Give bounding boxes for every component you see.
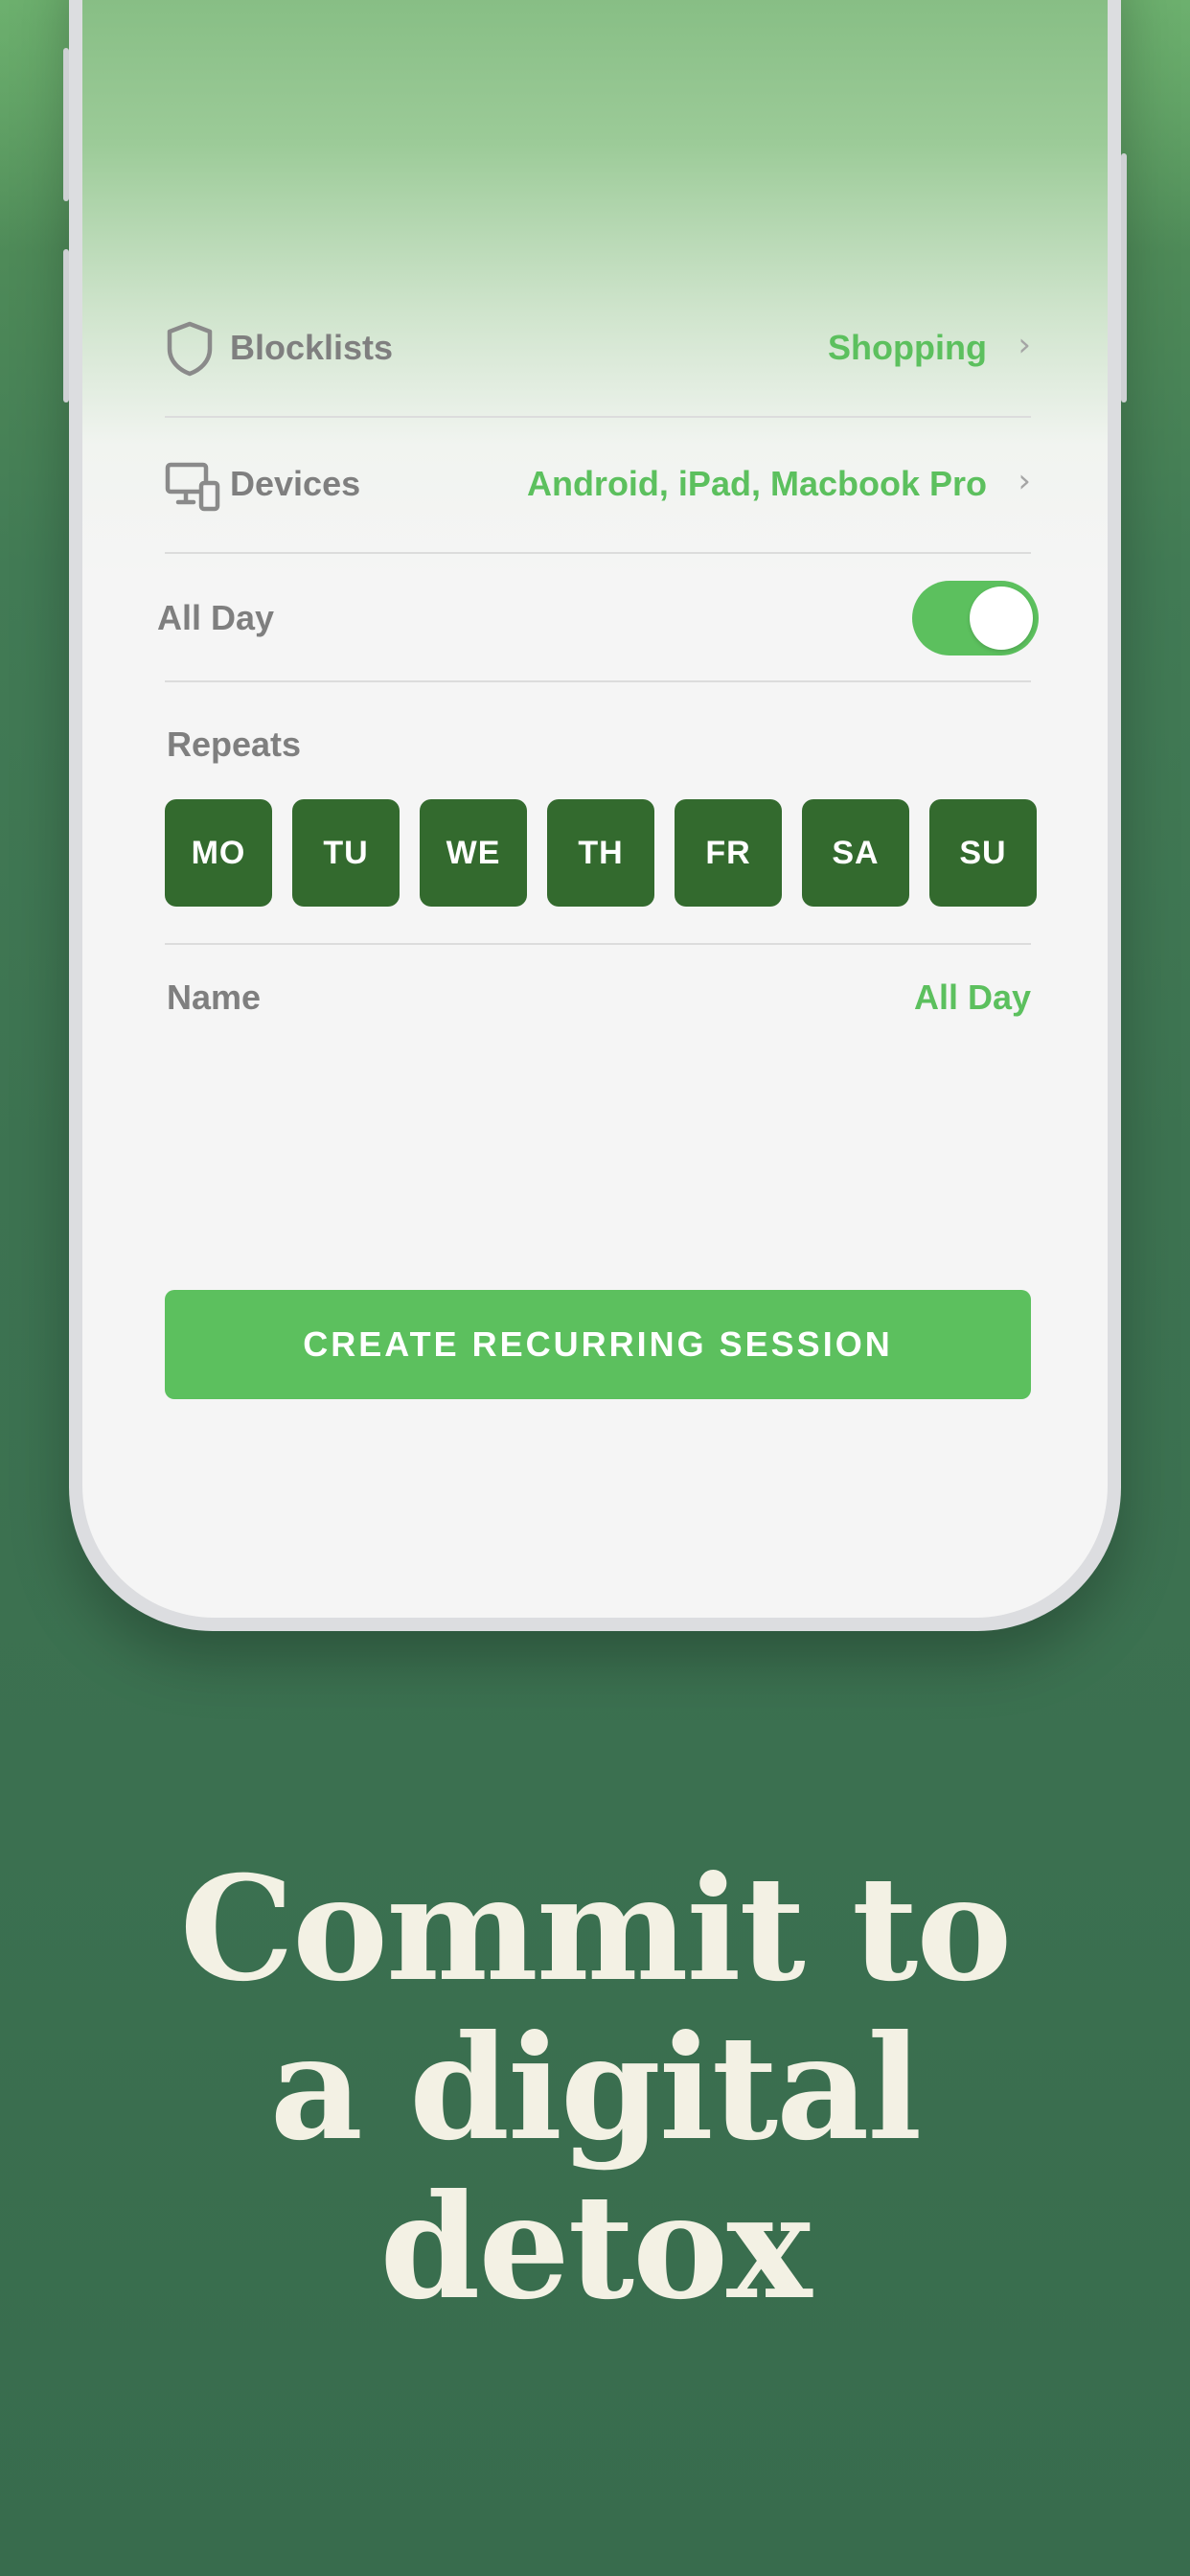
blocklists-label: Blocklists xyxy=(230,328,394,367)
headline-line: a digital xyxy=(269,2004,923,2173)
devices-icon xyxy=(165,462,220,512)
devices-row[interactable]: Devices Android, iPad, Macbook Pro › xyxy=(165,443,1031,529)
day-wednesday-button[interactable]: WE xyxy=(420,799,527,907)
day-friday-button[interactable]: FR xyxy=(675,799,782,907)
shield-icon xyxy=(165,320,215,378)
toggle-knob xyxy=(970,586,1033,650)
create-recurring-session-button[interactable]: CREATE RECURRING SESSION xyxy=(165,1290,1031,1399)
devices-value: Android, iPad, Macbook Pro xyxy=(526,464,987,503)
divider xyxy=(165,943,1031,945)
headline-line: detox xyxy=(379,2163,812,2332)
phone-side-button xyxy=(63,249,69,402)
name-value: All Day xyxy=(913,978,1031,1017)
blocklists-value: Shopping xyxy=(828,328,987,367)
headline-line: Commit to xyxy=(179,1845,1013,2013)
day-thursday-button[interactable]: TH xyxy=(547,799,654,907)
repeats-label: Repeats xyxy=(167,724,302,764)
divider xyxy=(165,416,1031,418)
all-day-toggle[interactable] xyxy=(912,581,1039,656)
day-selector: MO TU WE TH FR SA SU xyxy=(165,799,1037,907)
day-monday-button[interactable]: MO xyxy=(165,799,272,907)
day-saturday-button[interactable]: SA xyxy=(802,799,909,907)
devices-label: Devices xyxy=(230,464,361,503)
day-tuesday-button[interactable]: TU xyxy=(292,799,400,907)
day-sunday-button[interactable]: SU xyxy=(929,799,1037,907)
blocklists-row[interactable]: Blocklists Shopping › xyxy=(165,307,1031,393)
chevron-right-icon: › xyxy=(1018,326,1031,364)
phone-screen: Blocklists Shopping › Devices Android, i… xyxy=(82,0,1108,1618)
name-label: Name xyxy=(167,978,262,1017)
headline: Commit to a digital detox xyxy=(0,1850,1190,2327)
divider xyxy=(165,552,1031,554)
chevron-right-icon: › xyxy=(1018,462,1031,500)
all-day-label: All Day xyxy=(157,598,275,637)
phone-side-button xyxy=(1121,153,1127,402)
name-row[interactable]: Name All Day xyxy=(165,958,1031,1045)
all-day-row: All Day xyxy=(157,575,1039,661)
divider xyxy=(165,680,1031,682)
phone-side-button xyxy=(63,48,69,201)
